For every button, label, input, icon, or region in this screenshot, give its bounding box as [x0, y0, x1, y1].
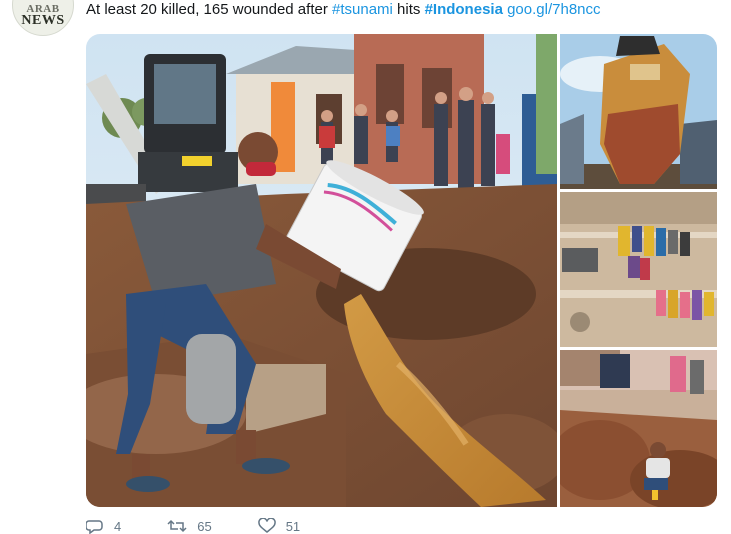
- heart-icon: [257, 518, 276, 533]
- retweet-icon: [167, 519, 187, 533]
- photo-ship[interactable]: [560, 34, 717, 189]
- tweet-text-middle: hits: [392, 1, 425, 18]
- photo-dig[interactable]: [560, 350, 717, 507]
- tweet-text: At least 20 killed, 165 wounded after #t…: [86, 1, 601, 18]
- like-count: 51: [285, 518, 301, 534]
- hashtag-indonesia[interactable]: #Indonesia: [425, 1, 503, 18]
- reply-action[interactable]: 4: [86, 518, 121, 534]
- account-avatar[interactable]: ARAB NEWS: [12, 0, 74, 36]
- reply-icon: [86, 520, 103, 534]
- photo-fabric[interactable]: [560, 192, 717, 347]
- avatar-logo-line-2: NEWS: [21, 13, 65, 28]
- photo-dig-image: [560, 350, 717, 507]
- photo-fabric-image: [560, 192, 717, 347]
- tweet-text-prefix: At least 20 killed, 165 wounded after: [86, 1, 332, 18]
- retweet-count: 65: [197, 518, 212, 534]
- retweet-action[interactable]: 65: [167, 518, 212, 534]
- like-action[interactable]: 51: [257, 518, 301, 534]
- photo-main[interactable]: [86, 34, 557, 507]
- tweet-link[interactable]: goo.gl/7h8ncc: [507, 1, 600, 18]
- hashtag-tsunami[interactable]: #tsunami: [332, 1, 393, 18]
- photo-ship-image: [560, 34, 717, 189]
- reply-count: 4: [114, 518, 122, 534]
- media-grid: [86, 34, 717, 507]
- tweet-actions: 4 65 51: [86, 518, 300, 534]
- photo-main-image: [86, 34, 557, 507]
